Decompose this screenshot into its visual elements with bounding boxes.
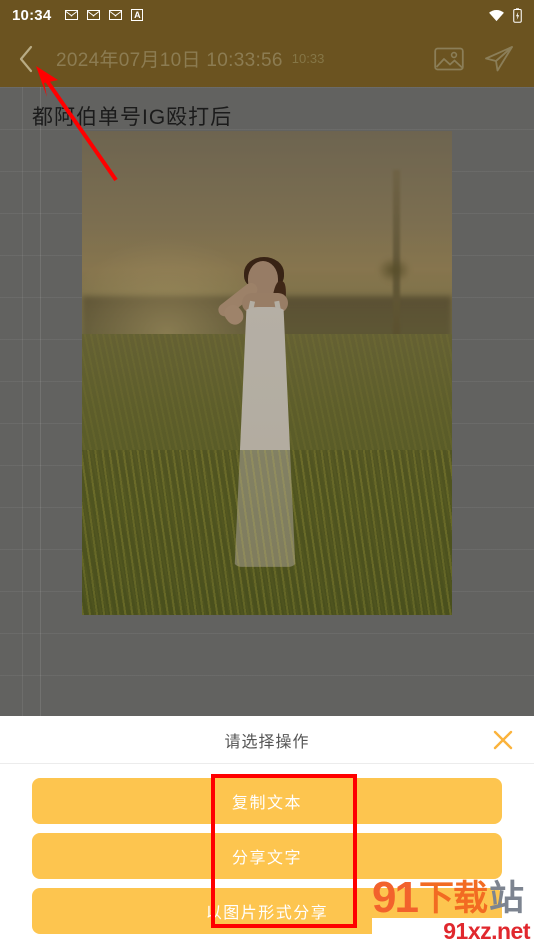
message-icon bbox=[87, 10, 101, 20]
note-time-short-label: 10:33 bbox=[291, 51, 325, 66]
phone-screen: 10:34 A 2024年07月10日 10:33:56 10:33 都阿伯单号… bbox=[0, 0, 534, 950]
back-button[interactable] bbox=[0, 30, 52, 87]
status-bar-clock: 10:34 bbox=[12, 6, 52, 24]
chevron-left-icon bbox=[19, 45, 33, 72]
bottom-sheet-actions: 复制文本 分享文字 以图片形式分享 bbox=[0, 764, 534, 944]
status-bar: 10:34 A bbox=[0, 0, 534, 30]
action-bottom-sheet: 请选择操作 复制文本 分享文字 以图片形式分享 bbox=[0, 716, 534, 950]
status-bar-notification-icons: A bbox=[65, 9, 144, 21]
status-bar-system-icons bbox=[488, 7, 522, 23]
note-title-text[interactable]: 都阿伯单号IG殴打后 bbox=[32, 101, 232, 131]
share-as-image-button[interactable]: 以图片形式分享 bbox=[32, 888, 502, 934]
photo-dim-overlay bbox=[82, 131, 452, 615]
bottom-sheet-header: 请选择操作 bbox=[0, 716, 534, 764]
margin-line bbox=[22, 87, 23, 716]
message-icon bbox=[109, 10, 123, 20]
send-icon[interactable] bbox=[484, 45, 514, 73]
copy-text-button[interactable]: 复制文本 bbox=[32, 778, 502, 824]
margin-line bbox=[40, 87, 41, 716]
note-datetime-label: 2024年07月10日 10:33:56 bbox=[56, 50, 283, 71]
battery-charging-icon bbox=[513, 7, 522, 23]
share-text-button[interactable]: 分享文字 bbox=[32, 833, 502, 879]
app-toolbar: 2024年07月10日 10:33:56 10:33 bbox=[0, 30, 534, 87]
close-button[interactable] bbox=[488, 725, 518, 755]
close-icon bbox=[493, 730, 513, 749]
bottom-sheet-title: 请选择操作 bbox=[224, 733, 310, 751]
image-icon[interactable] bbox=[434, 46, 464, 72]
note-content-area[interactable]: 都阿伯单号IG殴打后 bbox=[0, 87, 534, 716]
note-photo[interactable] bbox=[82, 131, 452, 615]
toolbar-actions bbox=[434, 45, 534, 73]
wifi-icon bbox=[489, 9, 504, 21]
letter-a-icon: A bbox=[131, 9, 144, 21]
message-icon bbox=[65, 10, 79, 20]
